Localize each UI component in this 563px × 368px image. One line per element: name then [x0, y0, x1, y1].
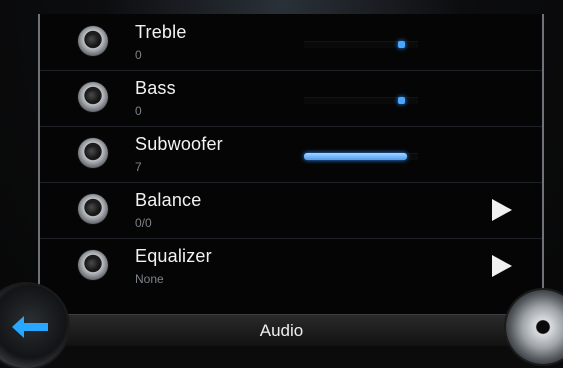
setting-title: Equalizer: [135, 246, 212, 266]
setting-title: Balance: [135, 190, 202, 210]
subwoofer-level-bar[interactable]: [304, 153, 418, 160]
setting-value: 0: [135, 104, 142, 118]
knob-icon: [78, 194, 108, 224]
setting-title: Subwoofer: [135, 134, 223, 154]
setting-value: None: [135, 272, 164, 286]
bass-slider-thumb[interactable]: [398, 97, 405, 104]
setting-row-equalizer[interactable]: Equalizer None: [40, 238, 542, 294]
setting-row-treble[interactable]: Treble 0: [40, 14, 542, 71]
play-arrow-icon[interactable]: [492, 199, 512, 221]
setting-row-subwoofer[interactable]: Subwoofer 7: [40, 126, 542, 183]
screen-title: Audio: [259, 321, 304, 340]
setting-title: Bass: [135, 78, 176, 98]
subwoofer-level-fill: [304, 153, 407, 160]
setting-value: 0/0: [135, 216, 152, 230]
setting-value: 0: [135, 48, 142, 62]
setting-row-bass[interactable]: Bass 0: [40, 70, 542, 127]
settings-panel: Treble 0 Bass 0 Subwoofer 7 Balance 0/0 …: [38, 14, 544, 314]
knob-icon: [78, 138, 108, 168]
bottom-bar: Audio: [0, 314, 563, 346]
play-arrow-icon[interactable]: [492, 255, 512, 277]
knob-icon: [78, 250, 108, 280]
setting-row-balance[interactable]: Balance 0/0: [40, 182, 542, 239]
back-arrow-icon: [12, 316, 48, 338]
knob-icon: [78, 82, 108, 112]
bass-slider[interactable]: [304, 97, 418, 104]
setting-title: Treble: [135, 22, 187, 42]
knob-icon: [78, 26, 108, 56]
treble-slider[interactable]: [304, 41, 418, 48]
setting-value: 7: [135, 160, 142, 174]
treble-slider-thumb[interactable]: [398, 41, 405, 48]
